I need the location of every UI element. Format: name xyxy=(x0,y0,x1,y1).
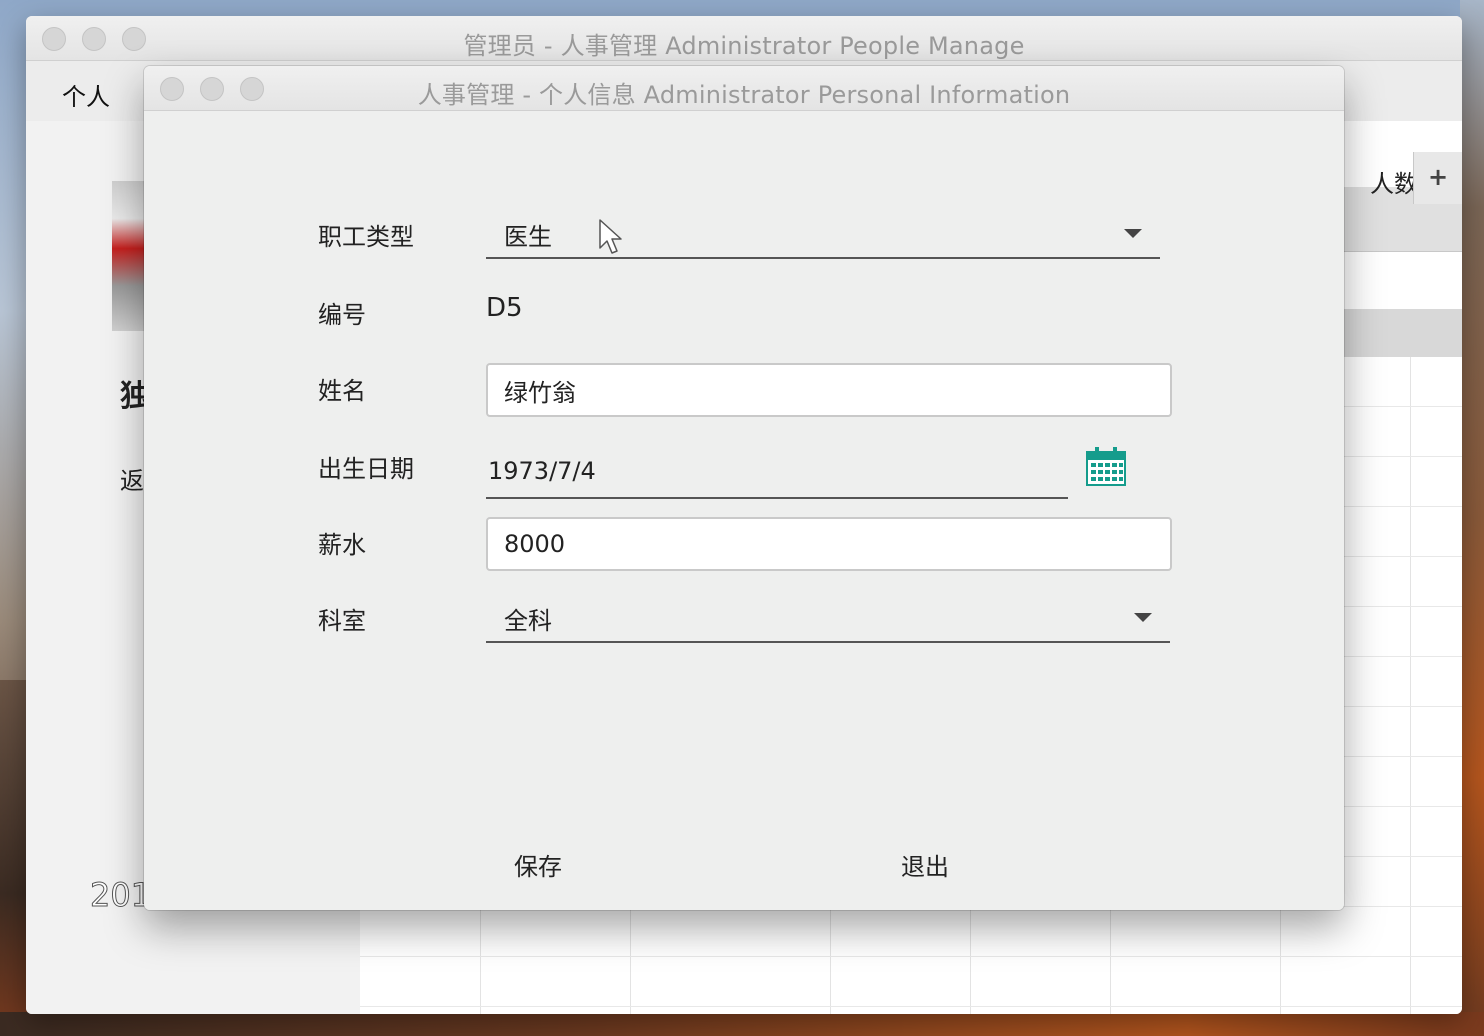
id-value: D5 xyxy=(486,293,523,323)
add-column-button[interactable]: + xyxy=(1413,152,1462,204)
name-label: 姓名 xyxy=(318,377,366,405)
staff-type-select[interactable]: 医生 xyxy=(486,207,1160,259)
calendar-icon[interactable] xyxy=(1086,446,1126,486)
menu-item-personal[interactable]: 个人 xyxy=(62,77,110,112)
birthdate-field[interactable]: 1973/7/4 xyxy=(486,447,1068,499)
return-link-partial[interactable]: 返 xyxy=(120,461,144,496)
salary-field[interactable] xyxy=(486,517,1172,571)
staff-type-label: 职工类型 xyxy=(318,223,414,251)
salary-label: 薪水 xyxy=(318,531,366,559)
dialog-titlebar[interactable]: 人事管理 - 个人信息 Administrator Personal Infor… xyxy=(144,66,1344,111)
table-column-header-partial[interactable]: 人数 xyxy=(1370,164,1418,199)
department-select[interactable]: 全科 xyxy=(486,591,1170,643)
mouse-pointer-icon xyxy=(599,219,622,254)
birthdate-value: 1973/7/4 xyxy=(488,457,596,485)
back-window-titlebar[interactable]: 管理员 - 人事管理 Administrator People Manage xyxy=(26,16,1462,61)
desktop-wallpaper-right xyxy=(1460,0,1484,1036)
personal-info-dialog: 人事管理 - 个人信息 Administrator Personal Infor… xyxy=(144,66,1344,910)
id-label: 编号 xyxy=(318,301,366,329)
birthdate-label: 出生日期 xyxy=(318,455,414,483)
department-value: 全科 xyxy=(504,607,552,635)
name-field[interactable] xyxy=(486,363,1172,417)
dialog-title: 人事管理 - 个人信息 Administrator Personal Infor… xyxy=(417,81,1071,109)
chevron-down-icon xyxy=(1124,229,1142,238)
year-text-partial: 201 xyxy=(89,876,152,915)
exit-button[interactable]: 退出 xyxy=(891,841,959,888)
staff-type-value: 医生 xyxy=(504,223,552,251)
department-label: 科室 xyxy=(318,607,366,635)
desktop-wallpaper-bottom xyxy=(0,1012,1484,1036)
dialog-form: 职工类型 医生 编号 D5 姓名 出生日期 1973/7/4 薪水 xyxy=(144,111,1344,910)
save-button[interactable]: 保存 xyxy=(504,841,572,888)
chevron-down-icon xyxy=(1134,613,1152,622)
back-window-title: 管理员 - 人事管理 Administrator People Manage xyxy=(463,32,1025,60)
